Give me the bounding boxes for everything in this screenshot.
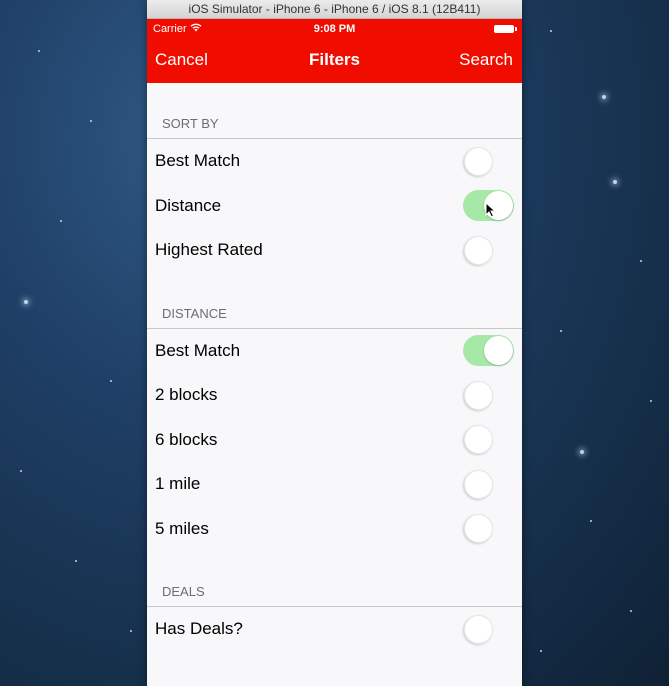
row-label: 5 miles bbox=[155, 518, 209, 538]
battery-icon bbox=[494, 25, 517, 33]
toggle-knob bbox=[464, 146, 493, 176]
list-item: 5 miles bbox=[147, 506, 522, 551]
star bbox=[613, 180, 617, 184]
list-item: Has Deals? bbox=[147, 607, 522, 652]
star bbox=[90, 120, 92, 122]
star bbox=[24, 300, 28, 304]
toggle-knob bbox=[464, 469, 493, 499]
list-item: Best Match bbox=[147, 139, 522, 184]
list-item: Distance bbox=[147, 183, 522, 228]
mouse-cursor-icon bbox=[485, 202, 497, 218]
toggle-knob bbox=[484, 336, 513, 366]
star bbox=[550, 30, 552, 32]
section-header: DISTANCE bbox=[162, 305, 227, 321]
star bbox=[60, 220, 62, 222]
section-deals: DEALS Has Deals? bbox=[147, 569, 522, 652]
row-label: 1 mile bbox=[155, 474, 201, 494]
row-label: Highest Rated bbox=[155, 240, 263, 260]
toggle-switch[interactable] bbox=[463, 424, 514, 455]
toggle-knob bbox=[464, 380, 493, 410]
toggle-switch[interactable] bbox=[463, 614, 514, 645]
toggle-switch[interactable] bbox=[463, 380, 514, 411]
star bbox=[75, 560, 77, 562]
star bbox=[650, 400, 652, 402]
toggle-knob bbox=[464, 425, 493, 455]
status-bar: Carrier 9:08 PM bbox=[147, 19, 522, 39]
toggle-switch[interactable] bbox=[463, 469, 514, 500]
row-label: 2 blocks bbox=[155, 385, 218, 405]
list-item: Highest Rated bbox=[147, 228, 522, 273]
row-label: Has Deals? bbox=[155, 619, 243, 639]
simulator-window: iOS Simulator - iPhone 6 - iPhone 6 / iO… bbox=[147, 0, 522, 686]
star bbox=[630, 610, 632, 612]
star bbox=[130, 630, 132, 632]
row-label: Distance bbox=[155, 195, 222, 215]
window-title: iOS Simulator - iPhone 6 - iPhone 6 / iO… bbox=[147, 0, 522, 19]
star bbox=[540, 650, 542, 652]
list-item: 6 blocks bbox=[147, 417, 522, 462]
status-time: 9:08 PM bbox=[313, 23, 356, 35]
star bbox=[110, 380, 112, 382]
star bbox=[560, 330, 562, 332]
toggle-knob bbox=[464, 614, 493, 644]
star bbox=[590, 520, 592, 522]
section-header: SORT BY bbox=[162, 116, 219, 131]
toggle-switch[interactable] bbox=[463, 146, 514, 177]
navigation-bar: Carrier 9:08 PM Cancel Filters Search bbox=[147, 19, 522, 83]
list-item: 2 blocks bbox=[147, 373, 522, 418]
toggle-switch[interactable] bbox=[463, 235, 514, 266]
star bbox=[602, 95, 606, 99]
search-button[interactable]: Search bbox=[459, 50, 513, 70]
toggle-knob bbox=[464, 235, 493, 265]
star bbox=[20, 470, 22, 472]
list-item: 1 mile bbox=[147, 462, 522, 507]
list-item: Best Match bbox=[147, 328, 522, 373]
toggle-switch[interactable] bbox=[463, 513, 514, 544]
toggle-switch[interactable] bbox=[463, 335, 514, 367]
star bbox=[640, 260, 642, 262]
star bbox=[580, 450, 584, 454]
row-label: Best Match bbox=[155, 151, 241, 171]
row-label: Best Match bbox=[155, 340, 241, 360]
section-distance: DISTANCE Best Match 2 blocks 6 blocks 1 … bbox=[147, 291, 522, 551]
row-label: 6 blocks bbox=[155, 429, 218, 449]
section-sort-by: SORT BY Best Match Distance Highest Rate… bbox=[147, 83, 522, 273]
section-header: DEALS bbox=[162, 584, 205, 599]
toggle-knob bbox=[464, 514, 493, 544]
star bbox=[38, 50, 40, 52]
